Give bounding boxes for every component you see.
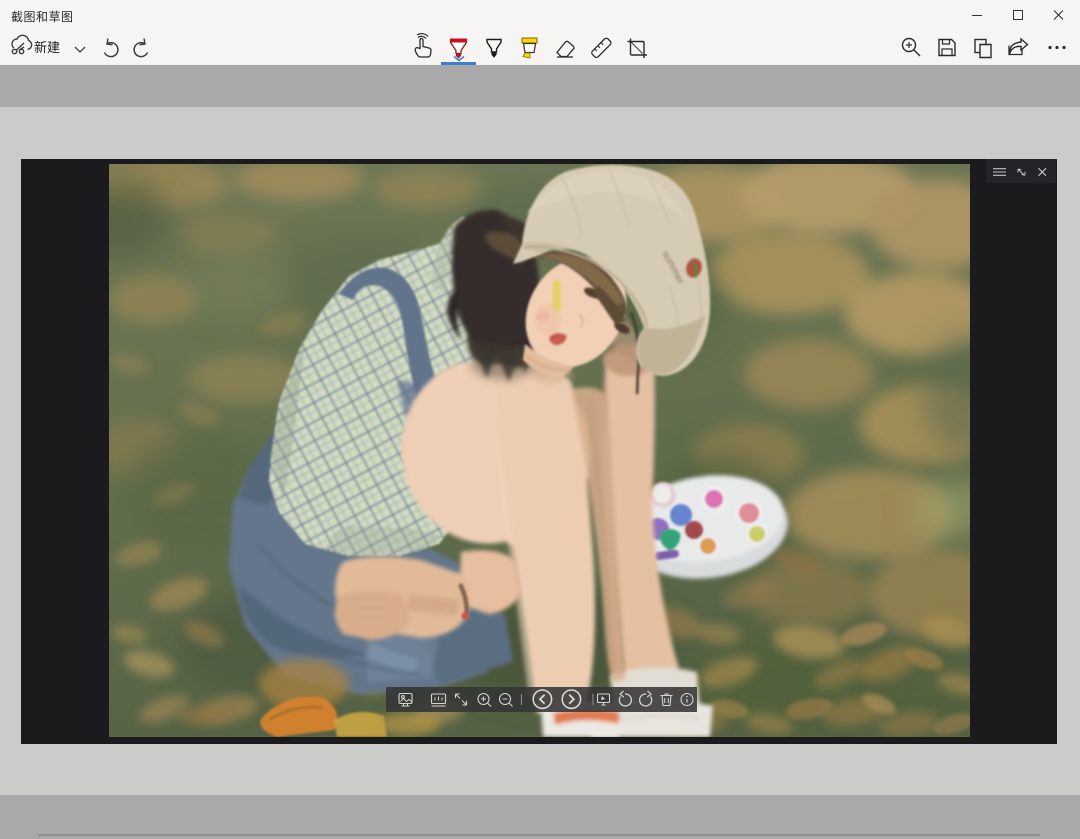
svg-text:新建: 新建 xyxy=(34,40,60,55)
